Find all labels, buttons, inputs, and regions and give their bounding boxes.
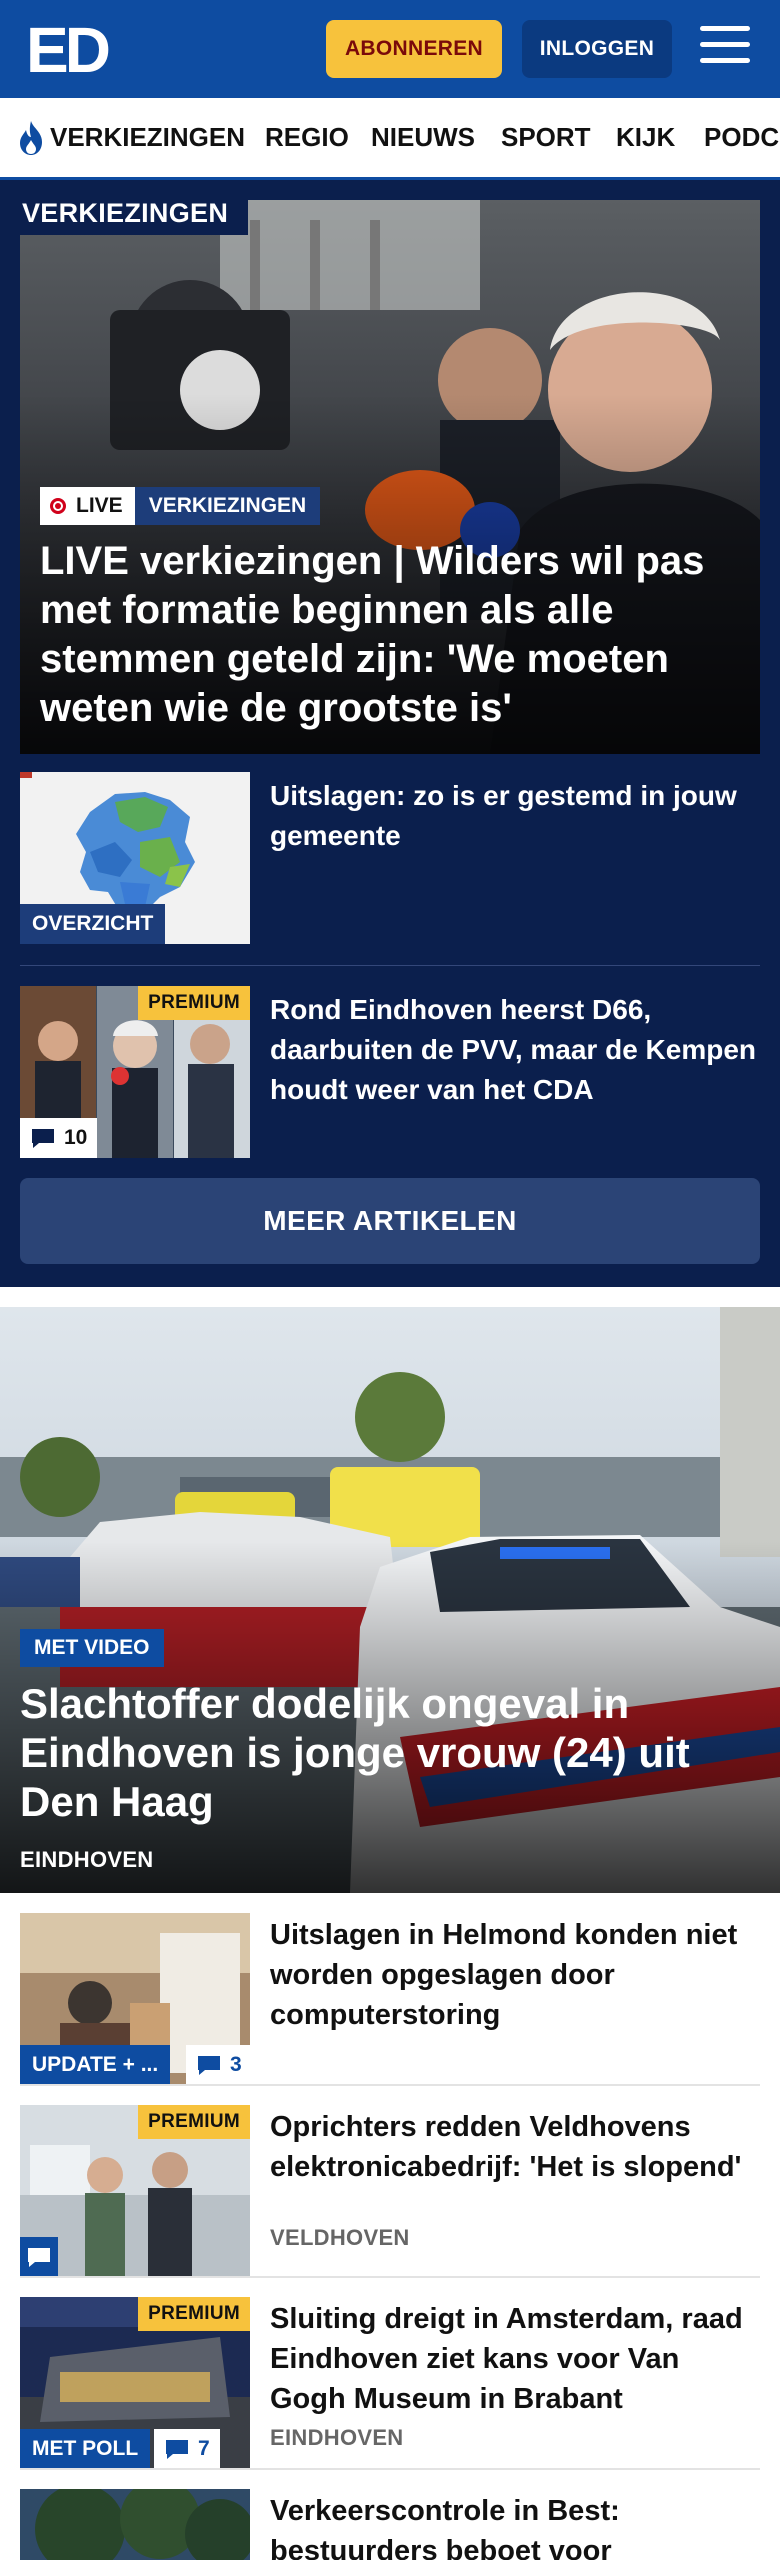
comments-count[interactable]: 10 xyxy=(20,1118,98,1158)
divider xyxy=(20,2276,760,2278)
article-title[interactable]: Rond Eindhoven heerst D66, daarbuiten de… xyxy=(270,990,760,1110)
comments-count[interactable]: 7 xyxy=(154,2429,220,2469)
divider xyxy=(20,2084,760,2086)
top-bar: ED ABONNEREN INLOGGEN xyxy=(0,0,780,98)
traffic-check-thumbnail xyxy=(20,2489,250,2560)
comment-icon xyxy=(32,1129,54,1148)
comment-icon xyxy=(166,2440,188,2459)
update-tag: UPDATE + ... xyxy=(20,2045,171,2085)
logo-text: ED xyxy=(26,18,109,78)
article-title[interactable]: Uitslagen: zo is er gestemd in jouw geme… xyxy=(270,776,760,856)
live-dot-icon xyxy=(50,498,66,514)
veldhoven-thumbnail: PREMIUM xyxy=(20,2105,250,2277)
comment-count-label: 10 xyxy=(64,1126,88,1149)
premium-badge: PREMIUM xyxy=(138,2105,250,2139)
section-label[interactable]: VERKIEZINGEN xyxy=(20,192,249,235)
comment-count-label: 7 xyxy=(198,2437,210,2460)
main-hero-article[interactable]: MET VIDEO Slachtoffer dodelijk ongeval i… xyxy=(0,1307,780,1893)
premium-badge: PREMIUM xyxy=(138,2297,250,2331)
hero-badges: LIVE VERKIEZINGEN xyxy=(40,487,321,525)
article-title[interactable]: Oprichters redden Veldhovens elektronica… xyxy=(270,2107,760,2187)
netherlands-map-thumbnail: OVERZICHT xyxy=(20,772,250,944)
hero-headline[interactable]: Slachtoffer dodelijk ongeval in Eindhove… xyxy=(20,1679,760,1826)
premium-badge: PREMIUM xyxy=(138,986,250,1020)
more-articles-button[interactable]: MEER ARTIKELEN xyxy=(20,1178,760,1264)
hero-location: EINDHOVEN xyxy=(20,1847,154,1872)
live-badge: LIVE xyxy=(40,487,135,525)
nav-item-kijk[interactable]: KIJK xyxy=(616,122,675,153)
video-badge: MET VIDEO xyxy=(20,1629,164,1667)
nav-item-sport[interactable]: SPORT xyxy=(501,122,591,153)
elections-article-eindhoven[interactable]: PREMIUM 10 Rond Eindhoven heerst D66, da… xyxy=(20,986,760,1158)
list-item[interactable]: Verkeerscontrole in Best: bestuurders be… xyxy=(20,2489,760,2560)
nav-item-podcasts[interactable]: PODC xyxy=(704,122,779,153)
article-title[interactable]: Verkeerscontrole in Best: bestuurders be… xyxy=(270,2491,760,2560)
poll-tag: MET POLL xyxy=(20,2429,151,2469)
museum-thumbnail: PREMIUM MET POLL 7 xyxy=(20,2297,250,2469)
hamburger-menu-icon[interactable] xyxy=(700,26,752,70)
flame-icon xyxy=(20,121,42,155)
article-title[interactable]: Uitslagen in Helmond konden niet worden … xyxy=(270,1915,760,2035)
main-navigation: VERKIEZINGEN REGIO NIEUWS SPORT KIJK POD… xyxy=(0,98,780,180)
subscribe-button[interactable]: ABONNEREN xyxy=(326,20,502,78)
elections-section: VERKIEZINGEN LIVE VERKIEZINGEN LIVE verk… xyxy=(0,180,780,1287)
comments-count[interactable]: 3 xyxy=(186,2045,250,2085)
divider xyxy=(20,2468,760,2470)
nav-item-verkiezingen[interactable]: VERKIEZINGEN xyxy=(50,122,245,153)
comment-icon xyxy=(28,2248,50,2267)
live-label: LIVE xyxy=(76,494,123,517)
list-item[interactable]: PREMIUM MET POLL 7 Sluiting dreigt in Am… xyxy=(20,2297,760,2469)
elections-article-results[interactable]: OVERZICHT Uitslagen: zo is er gestemd in… xyxy=(20,772,760,944)
nav-item-regio[interactable]: REGIO xyxy=(265,122,349,153)
divider xyxy=(20,965,760,966)
ed-logo[interactable]: ED xyxy=(26,14,118,86)
article-title[interactable]: Sluiting dreigt in Amsterdam, raad Eindh… xyxy=(270,2299,760,2419)
elections-hero-article[interactable]: LIVE VERKIEZINGEN LIVE verkiezingen | Wi… xyxy=(20,200,760,754)
hero-headline[interactable]: LIVE verkiezingen | Wilders wil pas met … xyxy=(40,537,730,733)
article-location: EINDHOVEN xyxy=(270,2425,404,2450)
list-item[interactable]: UPDATE + ... 3 Uitslagen in Helmond kond… xyxy=(20,1913,760,2085)
comment-count-label: 3 xyxy=(230,2053,242,2076)
list-item[interactable]: PREMIUM Oprichters redden Veldhovens ele… xyxy=(20,2105,760,2277)
nav-item-nieuws[interactable]: NIEUWS xyxy=(371,122,475,153)
overview-tag: OVERZICHT xyxy=(20,904,166,944)
category-badge: VERKIEZINGEN xyxy=(134,487,321,525)
comment-icon xyxy=(198,2056,220,2075)
article-location: VELDHOVEN xyxy=(270,2225,410,2250)
login-button[interactable]: INLOGGEN xyxy=(522,20,672,78)
comments-icon-button[interactable] xyxy=(20,2237,58,2277)
helmond-thumbnail: UPDATE + ... 3 xyxy=(20,1913,250,2085)
politicians-thumbnail: PREMIUM 10 xyxy=(20,986,250,1158)
